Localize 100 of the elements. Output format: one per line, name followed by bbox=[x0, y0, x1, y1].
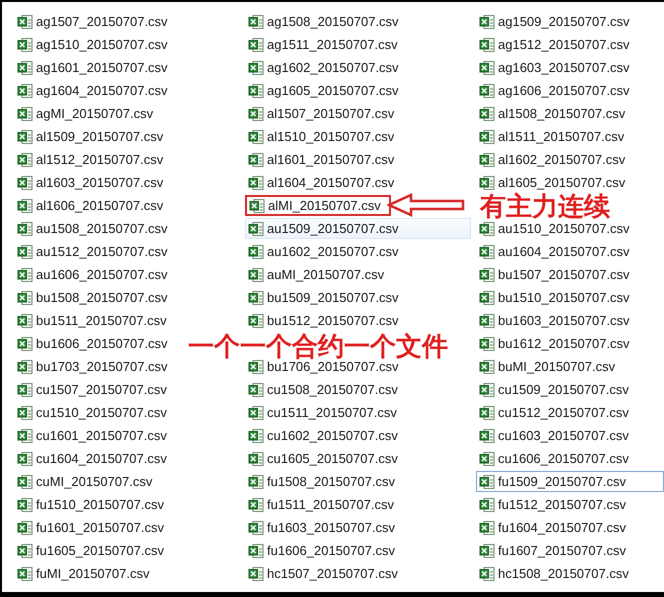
spreadsheet-file-icon bbox=[248, 542, 264, 558]
spreadsheet-file-icon bbox=[17, 82, 33, 98]
file-item[interactable]: bu1512_20150707.csv bbox=[245, 310, 406, 331]
file-item[interactable]: ag1601_20150707.csv bbox=[14, 57, 175, 78]
file-item[interactable]: hc1507_20150707.csv bbox=[245, 563, 405, 584]
file-item[interactable]: ag1508_20150707.csv bbox=[245, 11, 406, 32]
file-item[interactable]: cu1510_20150707.csv bbox=[14, 402, 174, 423]
file-item[interactable]: bu1511_20150707.csv bbox=[14, 310, 174, 331]
file-item[interactable]: cu1604_20150707.csv bbox=[14, 448, 174, 469]
spreadsheet-file-icon bbox=[17, 128, 33, 144]
file-item[interactable]: buMI_20150707.csv bbox=[476, 356, 622, 377]
spreadsheet-file-icon bbox=[479, 520, 495, 536]
file-item[interactable]: ag1606_20150707.csv bbox=[476, 80, 637, 101]
file-item[interactable]: fu1605_20150707.csv bbox=[14, 540, 171, 561]
file-item[interactable]: auMI_20150707.csv bbox=[245, 264, 392, 285]
spreadsheet-file-icon bbox=[17, 14, 33, 30]
file-item[interactable]: al1604_20150707.csv bbox=[245, 172, 402, 193]
file-item[interactable]: au1604_20150707.csv bbox=[476, 241, 637, 262]
file-item[interactable]: al1512_20150707.csv bbox=[14, 149, 170, 170]
file-item[interactable]: ag1603_20150707.csv bbox=[476, 57, 637, 78]
file-item[interactable]: au1512_20150707.csv bbox=[14, 241, 175, 262]
spreadsheet-file-icon bbox=[248, 566, 264, 582]
spreadsheet-file-icon bbox=[479, 266, 495, 282]
file-item[interactable]: bu1603_20150707.csv bbox=[476, 310, 637, 331]
spreadsheet-file-icon bbox=[17, 520, 33, 536]
spreadsheet-file-icon bbox=[248, 428, 264, 444]
file-item[interactable]: cu1605_20150707.csv bbox=[245, 448, 405, 469]
spreadsheet-file-icon bbox=[479, 336, 495, 352]
file-item[interactable]: cu1606_20150707.csv bbox=[476, 448, 636, 469]
file-item[interactable]: fu1606_20150707.csv bbox=[245, 540, 402, 561]
file-item[interactable]: al1603_20150707.csv bbox=[14, 172, 170, 193]
file-item[interactable]: cu1511_20150707.csv bbox=[245, 402, 404, 423]
file-item[interactable]: fu1607_20150707.csv bbox=[476, 540, 633, 561]
spreadsheet-file-icon bbox=[479, 290, 495, 306]
file-item[interactable]: ag1507_20150707.csv bbox=[14, 11, 175, 32]
file-item[interactable]: alMI_20150707.csv bbox=[245, 195, 391, 216]
file-item[interactable]: bu1509_20150707.csv bbox=[245, 287, 406, 308]
file-item[interactable]: cu1509_20150707.csv bbox=[476, 379, 636, 400]
spreadsheet-file-icon bbox=[479, 404, 495, 420]
file-item[interactable]: ag1512_20150707.csv bbox=[476, 34, 637, 55]
file-item[interactable]: al1507_20150707.csv bbox=[245, 103, 402, 124]
file-item[interactable]: ag1604_20150707.csv bbox=[14, 80, 175, 101]
spreadsheet-file-icon bbox=[17, 36, 33, 52]
file-item[interactable]: fu1604_20150707.csv bbox=[476, 517, 633, 538]
file-item[interactable]: al1508_20150707.csv bbox=[476, 103, 632, 124]
file-item[interactable]: cuMI_20150707.csv bbox=[14, 471, 160, 492]
file-item[interactable]: al1511_20150707.csv bbox=[476, 126, 632, 147]
file-item[interactable]: fu1511_20150707.csv bbox=[245, 494, 401, 515]
file-item[interactable]: ag1605_20150707.csv bbox=[245, 80, 406, 101]
spreadsheet-file-icon bbox=[17, 404, 33, 420]
file-item[interactable]: fu1510_20150707.csv bbox=[14, 494, 171, 515]
file-item[interactable]: al1509_20150707.csv bbox=[14, 126, 170, 147]
file-item[interactable]: cu1508_20150707.csv bbox=[245, 379, 405, 400]
file-item[interactable]: au1606_20150707.csv bbox=[14, 264, 175, 285]
file-item[interactable]: au1508_20150707.csv bbox=[14, 218, 175, 239]
file-item[interactable]: al1601_20150707.csv bbox=[245, 149, 402, 170]
file-item[interactable]: bu1612_20150707.csv bbox=[476, 333, 637, 354]
spreadsheet-file-icon bbox=[248, 382, 264, 398]
spreadsheet-file-icon bbox=[248, 312, 264, 328]
file-item[interactable]: cu1507_20150707.csv bbox=[14, 379, 174, 400]
file-item[interactable]: ag1602_20150707.csv bbox=[245, 57, 406, 78]
spreadsheet-file-icon bbox=[17, 152, 33, 168]
file-item[interactable]: fu1508_20150707.csv bbox=[245, 471, 402, 492]
file-item[interactable]: al1605_20150707.csv bbox=[476, 172, 632, 193]
spreadsheet-file-icon bbox=[479, 220, 495, 236]
file-item[interactable]: al1606_20150707.csv bbox=[14, 195, 170, 216]
file-item[interactable]: cu1602_20150707.csv bbox=[245, 425, 405, 446]
spreadsheet-file-icon bbox=[248, 266, 264, 282]
file-item[interactable]: au1509_20150707.csv bbox=[245, 218, 471, 239]
spreadsheet-file-icon bbox=[248, 60, 264, 76]
spreadsheet-file-icon bbox=[479, 152, 495, 168]
spreadsheet-file-icon bbox=[17, 106, 33, 122]
file-item[interactable]: agMI_20150707.csv bbox=[14, 103, 160, 124]
file-item[interactable]: ag1511_20150707.csv bbox=[245, 34, 405, 55]
file-item[interactable]: cu1601_20150707.csv bbox=[14, 425, 174, 446]
file-item[interactable]: al1510_20150707.csv bbox=[245, 126, 402, 147]
file-item[interactable]: fuMI_20150707.csv bbox=[14, 563, 156, 584]
file-item[interactable]: bu1510_20150707.csv bbox=[476, 287, 637, 308]
file-item[interactable]: bu1508_20150707.csv bbox=[14, 287, 175, 308]
file-item[interactable]: fu1509_20150707.csv bbox=[476, 471, 664, 492]
file-item[interactable]: bu1703_20150707.csv bbox=[14, 356, 175, 377]
file-item[interactable]: cu1512_20150707.csv bbox=[476, 402, 636, 423]
spreadsheet-file-icon bbox=[479, 450, 495, 466]
spreadsheet-file-icon bbox=[248, 14, 264, 30]
spreadsheet-file-icon bbox=[248, 82, 264, 98]
file-item[interactable]: ag1510_20150707.csv bbox=[14, 34, 175, 55]
file-item[interactable]: cu1603_20150707.csv bbox=[476, 425, 636, 446]
spreadsheet-file-icon bbox=[479, 174, 495, 190]
spreadsheet-file-icon bbox=[248, 244, 264, 260]
file-item[interactable]: au1602_20150707.csv bbox=[245, 241, 406, 262]
spreadsheet-file-icon bbox=[479, 106, 495, 122]
file-item[interactable]: au1510_20150707.csv bbox=[476, 218, 637, 239]
file-item[interactable]: bu1507_20150707.csv bbox=[476, 264, 637, 285]
file-item[interactable]: fu1512_20150707.csv bbox=[476, 494, 633, 515]
file-item[interactable]: bu1606_20150707.csv bbox=[14, 333, 175, 354]
file-item[interactable]: fu1603_20150707.csv bbox=[245, 517, 402, 538]
file-item[interactable]: al1602_20150707.csv bbox=[476, 149, 632, 170]
file-item[interactable]: hc1508_20150707.csv bbox=[476, 563, 636, 584]
file-item[interactable]: ag1509_20150707.csv bbox=[476, 11, 637, 32]
file-item[interactable]: fu1601_20150707.csv bbox=[14, 517, 171, 538]
